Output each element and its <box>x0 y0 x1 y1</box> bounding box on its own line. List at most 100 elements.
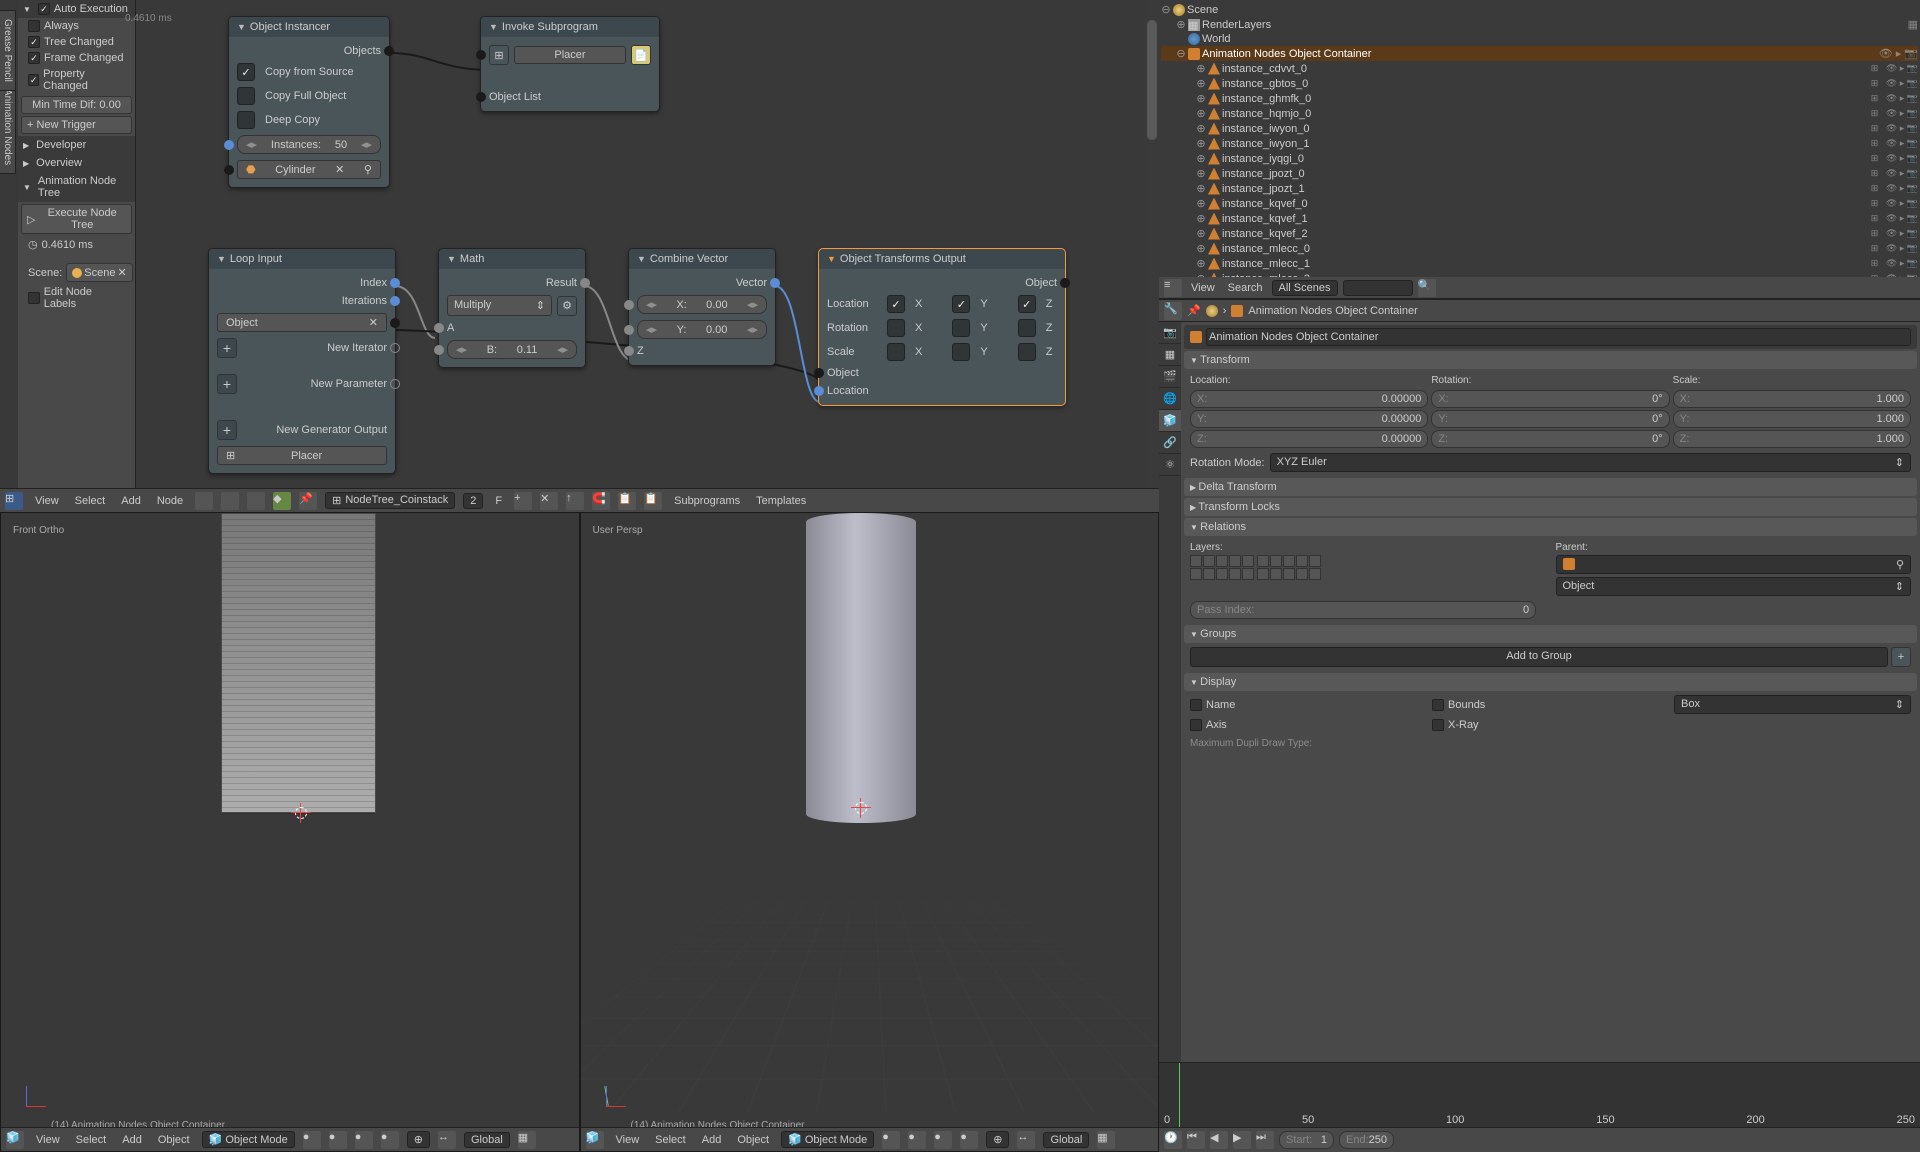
viewport-left[interactable]: Front Ortho (14) Animation Nodes Object … <box>0 512 580 1152</box>
search-menu[interactable]: Search <box>1224 280 1267 296</box>
outliner-item[interactable]: ⊕instance_iyqgi_0⊞ 👁 ▸ 📷 <box>1161 151 1918 166</box>
add-group-icon[interactable]: + <box>1891 647 1911 667</box>
axis-check[interactable] <box>1190 719 1202 731</box>
eyedropper-icon[interactable]: ⚲ <box>364 163 372 176</box>
rot-y-check[interactable] <box>952 319 970 337</box>
shading-4[interactable]: ● <box>960 1131 978 1149</box>
type-icon-4[interactable]: ◆ <box>273 492 291 510</box>
outliner-item[interactable]: ⊕instance_kqvef_0⊞ 👁 ▸ 📷 <box>1161 196 1918 211</box>
filter-select[interactable]: All Scenes <box>1272 280 1338 296</box>
layers-grid-1[interactable] <box>1190 555 1254 580</box>
users-field[interactable]: 2 <box>463 493 483 509</box>
type-icon-3[interactable] <box>247 492 265 510</box>
shading-2[interactable]: ● <box>329 1131 347 1149</box>
loc-x[interactable]: X:0.00000 <box>1190 390 1428 408</box>
manipulator-icon[interactable]: ↔ <box>1017 1131 1035 1149</box>
object-instancer-node[interactable]: ▼Object Instancer Objects Copy from Sour… <box>228 16 390 188</box>
type-icon-2[interactable] <box>221 492 239 510</box>
eyedropper-icon[interactable]: ⚲ <box>1896 558 1904 571</box>
view-menu[interactable]: View <box>32 1132 64 1148</box>
invoke-subprogram-node[interactable]: ▼Invoke Subprogram ⊞Placer📄 Object List <box>480 16 660 112</box>
end-frame[interactable]: End:250 <box>1339 1131 1394 1149</box>
select-menu[interactable]: Select <box>71 493 110 509</box>
add-gen-output-button[interactable]: + <box>217 420 237 440</box>
mode-select[interactable]: 🧊 Object Mode <box>202 1131 295 1148</box>
add-menu[interactable]: Add <box>698 1132 726 1148</box>
add-menu[interactable]: Add <box>118 1132 146 1148</box>
transform-locks-header[interactable]: Transform Locks <box>1184 498 1917 516</box>
rot-x[interactable]: X:0° <box>1431 390 1669 408</box>
search-input[interactable] <box>1343 280 1413 296</box>
shading-3[interactable]: ● <box>934 1131 952 1149</box>
remove-tree-icon[interactable]: ✕ <box>540 492 558 510</box>
object-field[interactable]: ⬣Cylinder✕⚲ <box>237 160 381 179</box>
anim-tree-panel[interactable]: Animation Node Tree <box>18 172 135 202</box>
rot-z-check[interactable] <box>1018 319 1036 337</box>
object-menu[interactable]: Object <box>733 1132 773 1148</box>
bounds-check[interactable] <box>1432 699 1444 711</box>
outliner-item[interactable]: ⊕instance_hqmjo_0⊞ 👁 ▸ 📷 <box>1161 106 1918 121</box>
node-editor-scrollbar[interactable] <box>1145 0 1159 488</box>
loc-y[interactable]: Y:0.00000 <box>1190 410 1428 428</box>
layers-icon[interactable]: ▦ <box>518 1131 536 1149</box>
editor-type-icon[interactable]: 🕐 <box>1164 1131 1182 1149</box>
outliner-item[interactable]: ⊕instance_jpozt_1⊞ 👁 ▸ 📷 <box>1161 181 1918 196</box>
add-parameter-button[interactable]: + <box>217 374 237 394</box>
pin-icon[interactable]: 📌 <box>299 492 317 510</box>
loc-z-check[interactable] <box>1018 295 1036 313</box>
overview-panel[interactable]: Overview <box>18 154 135 172</box>
animation-nodes-tab[interactable]: Animation Nodes <box>0 80 16 174</box>
xray-check[interactable] <box>1432 719 1444 731</box>
pivot-select[interactable]: ⊕ <box>407 1131 430 1148</box>
prop-changed-checkbox[interactable] <box>28 74 39 86</box>
type-icon-1[interactable] <box>195 492 213 510</box>
math-node[interactable]: ▼Math Result Multiply⇕⚙ A B:0.11 <box>438 248 586 368</box>
pin-icon[interactable]: 📌 <box>1187 304 1201 317</box>
play-icon[interactable]: ▶ <box>1233 1131 1251 1149</box>
y-field[interactable]: Y:0.00 <box>637 320 767 339</box>
shading-2[interactable]: ● <box>908 1131 926 1149</box>
renderlayers-item[interactable]: RenderLayers <box>1202 19 1906 31</box>
scl-y-check[interactable] <box>952 343 970 361</box>
loc-y-check[interactable] <box>952 295 970 313</box>
delta-transform-header[interactable]: Delta Transform <box>1184 478 1917 496</box>
search-icon[interactable]: 🔍 <box>1418 279 1436 297</box>
note-icon[interactable]: 📄 <box>631 45 651 65</box>
editor-type-icon[interactable]: 🧊 <box>6 1131 24 1149</box>
clear-icon[interactable]: ✕ <box>117 266 126 279</box>
view-menu[interactable]: View <box>1187 280 1219 296</box>
outliner-item[interactable]: ⊕instance_ghmfk_0⊞ 👁 ▸ 📷 <box>1161 91 1918 106</box>
editor-type-icon[interactable]: 🔧 <box>1164 302 1182 320</box>
mode-select[interactable]: 🧊 Object Mode <box>781 1131 874 1148</box>
shading-3[interactable]: ● <box>355 1131 373 1149</box>
orientation-select[interactable]: Global <box>1043 1132 1089 1148</box>
editor-type-icon[interactable]: ≡ <box>1164 279 1182 297</box>
physics-tab[interactable]: ⚛ <box>1159 454 1181 476</box>
groups-header[interactable]: Groups <box>1184 625 1917 643</box>
clear-icon[interactable]: ✕ <box>369 316 378 329</box>
world-item[interactable]: World <box>1202 33 1918 45</box>
shading-4[interactable]: ● <box>381 1131 399 1149</box>
play-end-icon[interactable]: ⏭ <box>1256 1131 1274 1149</box>
scl-z[interactable]: Z:1.000 <box>1673 430 1911 448</box>
x-field[interactable]: X:0.00 <box>637 295 767 314</box>
copy-icon[interactable]: 📋 <box>618 492 636 510</box>
editor-type-icon[interactable]: 🧊 <box>586 1131 604 1149</box>
view-menu[interactable]: View <box>612 1132 644 1148</box>
copy-source-checkbox[interactable] <box>237 63 255 81</box>
loc-z[interactable]: Z:0.00000 <box>1190 430 1428 448</box>
display-header[interactable]: Display <box>1184 673 1917 691</box>
outliner-item[interactable]: ⊕instance_mlecc_1⊞ 👁 ▸ 📷 <box>1161 256 1918 271</box>
start-frame[interactable]: Start:1 <box>1279 1131 1334 1149</box>
object-transforms-output-node[interactable]: ▼Object Transforms Output Object Locatio… <box>818 248 1066 406</box>
outliner-item[interactable]: ⊕instance_iwyon_0⊞ 👁 ▸ 📷 <box>1161 121 1918 136</box>
outliner-item[interactable]: ⊕instance_gbtos_0⊞ 👁 ▸ 📷 <box>1161 76 1918 91</box>
constraints-tab[interactable]: 🔗 <box>1159 432 1181 454</box>
pivot-select[interactable]: ⊕ <box>986 1131 1009 1148</box>
operation-select[interactable]: Multiply⇕ <box>447 295 552 316</box>
scl-z-check[interactable] <box>1018 343 1036 361</box>
add-to-group-button[interactable]: Add to Group <box>1190 647 1888 667</box>
go-parent-icon[interactable]: ↑ <box>566 492 584 510</box>
rot-z[interactable]: Z:0° <box>1431 430 1669 448</box>
relations-header[interactable]: Relations <box>1184 518 1917 536</box>
